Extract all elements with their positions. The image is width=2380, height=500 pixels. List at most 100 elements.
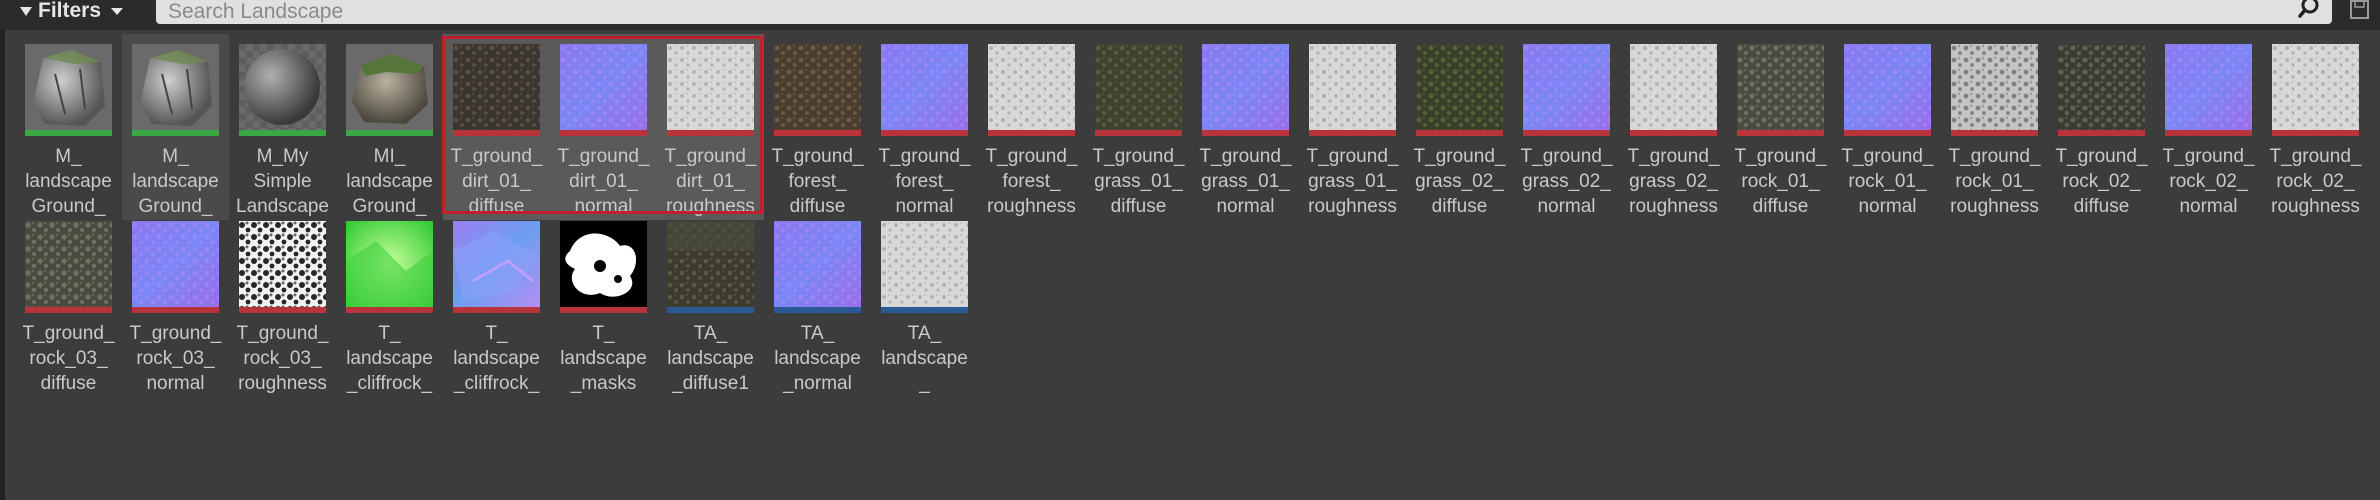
- asset-tile[interactable]: T_ground_ grass_02_ roughness: [1620, 34, 1727, 220]
- asset-type-strip: [1737, 130, 1824, 136]
- asset-thumbnail: [2272, 44, 2359, 131]
- asset-tile[interactable]: T_ground_ forest_ normal: [871, 34, 978, 220]
- asset-type-strip: [560, 130, 647, 136]
- asset-tile[interactable]: TA_ landscape _: [871, 211, 978, 397]
- asset-label: T_ground_ dirt_01_ roughness: [664, 146, 757, 217]
- asset-type-strip: [667, 307, 754, 313]
- asset-type-strip: [881, 307, 968, 313]
- asset-type-strip: [239, 130, 326, 136]
- asset-thumbnail: [1202, 44, 1289, 131]
- asset-thumbnail: [1844, 44, 1931, 131]
- asset-thumbnail: [560, 44, 647, 131]
- asset-type-strip: [132, 130, 219, 136]
- asset-tile[interactable]: M_ landscape Ground_: [122, 34, 229, 220]
- asset-label: T_ground_ grass_01_ roughness: [1306, 146, 1399, 217]
- asset-label: T_ landscape _cliffrock_: [453, 323, 540, 394]
- asset-type-strip: [774, 307, 861, 313]
- asset-grid: M_ landscape Ground_ M_ landscape Ground…: [0, 30, 2380, 500]
- search-input[interactable]: [166, 0, 2270, 24]
- asset-type-strip: [2272, 130, 2359, 136]
- asset-tile[interactable]: T_ground_ rock_02_ normal: [2155, 34, 2262, 220]
- asset-tile[interactable]: TA_ landscape _diffuse1: [657, 211, 764, 397]
- asset-type-strip: [1630, 130, 1717, 136]
- asset-type-strip: [453, 307, 540, 313]
- asset-tile[interactable]: TA_ landscape _normal: [764, 211, 871, 397]
- asset-tile[interactable]: T_ground_ rock_03_ roughness: [229, 211, 336, 397]
- asset-tile[interactable]: T_ground_ grass_01_ roughness: [1299, 34, 1406, 220]
- asset-tile[interactable]: T_ground_ rock_01_ normal: [1834, 34, 1941, 220]
- asset-thumbnail: [560, 221, 647, 308]
- asset-thumbnail: [1630, 44, 1717, 131]
- asset-label: T_ground_ dirt_01_ diffuse: [450, 146, 543, 217]
- asset-label: T_ground_ rock_03_ diffuse: [22, 323, 115, 394]
- asset-label: M_My Simple Landscape: [236, 146, 329, 217]
- asset-tile[interactable]: T_ground_ rock_02_ roughness: [2262, 34, 2369, 220]
- asset-tile[interactable]: T_ground_ rock_01_ roughness: [1941, 34, 2048, 220]
- asset-type-strip: [25, 307, 112, 313]
- asset-tile[interactable]: T_ground_ grass_01_ diffuse: [1085, 34, 1192, 220]
- asset-label: T_ground_ rock_02_ normal: [2162, 146, 2255, 217]
- asset-label: T_ground_ rock_02_ roughness: [2269, 146, 2362, 217]
- asset-tile[interactable]: T_ground_ dirt_01_ roughness: [657, 34, 764, 220]
- asset-thumbnail: [667, 44, 754, 131]
- asset-label: T_ground_ rock_01_ diffuse: [1734, 146, 1827, 217]
- asset-thumbnail: [453, 221, 540, 308]
- asset-type-strip: [346, 130, 433, 136]
- asset-tile[interactable]: T_ground_ grass_01_ normal: [1192, 34, 1299, 220]
- asset-thumbnail: [1309, 44, 1396, 131]
- asset-tile[interactable]: T_ground_ dirt_01_ diffuse: [443, 34, 550, 220]
- asset-tile[interactable]: T_ground_ forest_ diffuse: [764, 34, 871, 220]
- asset-label: TA_ landscape _diffuse1: [667, 323, 754, 394]
- asset-label: T_ground_ dirt_01_ normal: [557, 146, 650, 217]
- asset-type-strip: [1416, 130, 1503, 136]
- asset-thumbnail: [25, 44, 112, 131]
- asset-thumbnail: [453, 44, 540, 131]
- asset-thumbnail: [1523, 44, 1610, 131]
- asset-tile[interactable]: M_ landscape Ground_: [15, 34, 122, 220]
- asset-tile[interactable]: T_ground_ forest_ roughness: [978, 34, 1085, 220]
- asset-type-strip: [667, 130, 754, 136]
- asset-label: T_ground_ grass_01_ diffuse: [1092, 146, 1185, 217]
- asset-type-strip: [2165, 130, 2252, 136]
- asset-label: T_ landscape _masks: [560, 323, 647, 394]
- asset-tile[interactable]: T_ground_ rock_03_ diffuse: [15, 211, 122, 397]
- filters-button[interactable]: Filters: [20, 0, 124, 22]
- asset-tile[interactable]: T_ landscape _masks: [550, 211, 657, 397]
- asset-tile[interactable]: MI_ landscape Ground_: [336, 34, 443, 220]
- asset-label: T_ground_ rock_01_ normal: [1841, 146, 1934, 217]
- asset-type-strip: [560, 307, 647, 313]
- asset-tile[interactable]: T_ landscape _cliffrock_: [336, 211, 443, 397]
- asset-tile[interactable]: T_ground_ grass_02_ diffuse: [1406, 34, 1513, 220]
- asset-label: T_ground_ forest_ diffuse: [771, 146, 864, 217]
- filter-icon: [20, 6, 32, 16]
- asset-tile[interactable]: T_ground_ rock_03_ normal: [122, 211, 229, 397]
- save-icon[interactable]: [2348, 0, 2372, 20]
- asset-tile[interactable]: T_ground_ rock_02_ diffuse: [2048, 34, 2155, 220]
- asset-type-strip: [1844, 130, 1931, 136]
- search-box[interactable]: [156, 0, 2332, 24]
- asset-label: T_ground_ rock_03_ normal: [129, 323, 222, 394]
- asset-thumbnail: [1951, 44, 2038, 131]
- asset-type-strip: [988, 130, 1075, 136]
- asset-thumbnail: [132, 221, 219, 308]
- asset-type-strip: [25, 130, 112, 136]
- asset-thumbnail: [667, 221, 754, 308]
- asset-tile[interactable]: T_ground_ rock_01_ diffuse: [1727, 34, 1834, 220]
- asset-thumbnail: [774, 221, 861, 308]
- search-icon[interactable]: [2298, 0, 2320, 18]
- asset-thumbnail: [774, 44, 861, 131]
- asset-tile[interactable]: T_ground_ dirt_01_ normal: [550, 34, 657, 220]
- asset-thumbnail: [25, 221, 112, 308]
- asset-type-strip: [881, 130, 968, 136]
- asset-tile[interactable]: T_ landscape _cliffrock_: [443, 211, 550, 397]
- asset-thumbnail: [1737, 44, 1824, 131]
- asset-label: T_ground_ forest_ roughness: [985, 146, 1078, 217]
- filters-label: Filters: [38, 0, 102, 22]
- asset-type-strip: [1202, 130, 1289, 136]
- asset-tile[interactable]: M_My Simple Landscape: [229, 34, 336, 220]
- asset-thumbnail: [1416, 44, 1503, 131]
- asset-type-strip: [239, 307, 326, 313]
- asset-thumbnail: [881, 44, 968, 131]
- asset-tile[interactable]: T_ground_ grass_02_ normal: [1513, 34, 1620, 220]
- asset-label: TA_ landscape _: [881, 323, 968, 394]
